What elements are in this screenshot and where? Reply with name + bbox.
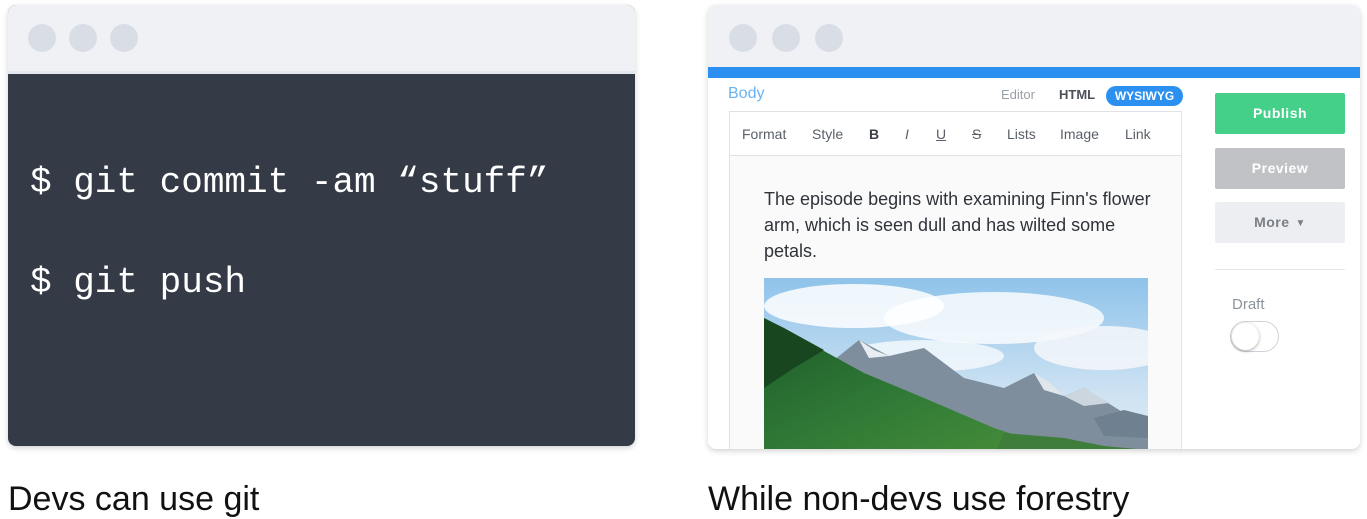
cms-caption: While non-devs use forestry [708, 480, 1130, 518]
terminal-titlebar [8, 5, 635, 74]
window-minimize-dot[interactable] [69, 24, 97, 52]
cms-titlebar [708, 5, 1360, 67]
terminal-body[interactable]: $ git commit -am “stuff” $ git push [8, 74, 635, 446]
toolbar-link[interactable]: Link [1125, 126, 1151, 142]
publish-button[interactable]: Publish [1215, 93, 1345, 134]
toolbar-lists[interactable]: Lists [1007, 126, 1036, 142]
toolbar-strikethrough[interactable]: S [972, 126, 981, 142]
cms-window: Body Editor HTML WYSIWYG Format Style B … [708, 5, 1360, 449]
terminal-line-push: $ git push [30, 262, 247, 303]
mountain-photo [764, 278, 1148, 449]
terminal-line-commit: $ git commit -am “stuff” [30, 162, 549, 203]
more-button[interactable]: More ▼ [1215, 202, 1345, 243]
toolbar-image[interactable]: Image [1060, 126, 1099, 142]
terminal-caption: Devs can use git [8, 480, 260, 518]
more-button-label: More [1254, 214, 1290, 230]
tab-editor[interactable]: Editor [1001, 87, 1035, 102]
toolbar-format[interactable]: Format [742, 126, 786, 142]
window-maximize-dot[interactable] [815, 24, 843, 52]
window-close-dot[interactable] [28, 24, 56, 52]
tab-html[interactable]: HTML [1059, 87, 1095, 102]
toolbar-underline[interactable]: U [936, 126, 946, 142]
window-maximize-dot[interactable] [110, 24, 138, 52]
editor-toolbar: Format Style B I U S Lists Image Link [730, 112, 1181, 156]
accent-bar [708, 67, 1360, 78]
draft-label: Draft [1232, 296, 1265, 313]
caret-down-icon: ▼ [1295, 218, 1306, 229]
body-field-label: Body [728, 85, 765, 102]
editor-content-text[interactable]: The episode begins with examining Finn's… [764, 186, 1164, 264]
draft-toggle[interactable] [1230, 321, 1279, 352]
toggle-knob [1232, 323, 1259, 350]
preview-button[interactable]: Preview [1215, 148, 1345, 189]
window-close-dot[interactable] [729, 24, 757, 52]
tab-wysiwyg[interactable]: WYSIWYG [1106, 86, 1183, 106]
toolbar-style[interactable]: Style [812, 126, 843, 142]
sidebar-divider [1215, 269, 1345, 270]
editor-frame: Format Style B I U S Lists Image Link Th… [729, 111, 1182, 449]
editor-mountain-image[interactable] [764, 278, 1148, 449]
toolbar-bold[interactable]: B [869, 126, 879, 142]
toolbar-italic[interactable]: I [905, 126, 909, 142]
window-minimize-dot[interactable] [772, 24, 800, 52]
terminal-window: $ git commit -am “stuff” $ git push [8, 5, 635, 446]
